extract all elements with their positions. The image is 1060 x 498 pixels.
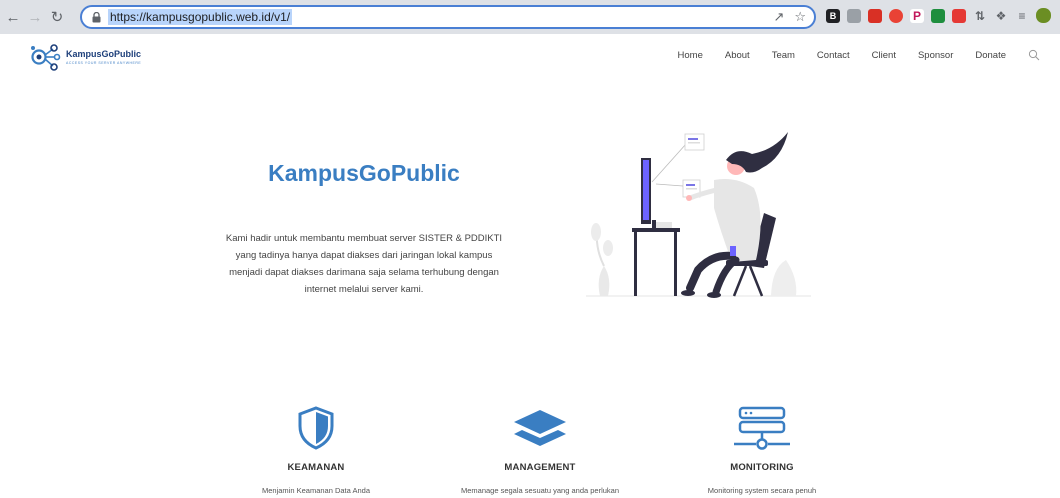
feature-title: KEAMANAN [287,462,345,473]
feature-keamanan: KEAMANAN Menjamin Keamanan Data Anda [206,402,426,495]
nav-home[interactable]: Home [678,50,703,61]
server-icon [734,406,790,450]
extension-icon[interactable] [931,8,945,23]
nav-sponsor[interactable]: Sponsor [918,50,953,61]
nav-contact[interactable]: Contact [817,50,850,61]
reload-icon[interactable]: ↻ [48,8,66,26]
extension-icon[interactable] [889,8,903,23]
extension-icon[interactable]: P [910,8,924,23]
network-logo-icon [31,44,61,71]
media-queue-icon[interactable]: ≡ [1015,9,1029,23]
profile-avatar[interactable] [1036,8,1051,23]
nav-team[interactable]: Team [772,50,795,61]
shield-icon [298,406,334,450]
hero-description: Kami hadir untuk membantu membuat server… [225,233,503,295]
address-bar[interactable]: https://kampusgopublic.web.id/v1/ ↗ ☆ [80,5,816,29]
puzzle-icon[interactable]: ❖ [994,9,1008,23]
feature-description: Monitoring system secara penuh [707,486,817,495]
bookmark-star-icon[interactable]: ☆ [794,9,806,25]
logo-tagline: ACCESS YOUR SERVER ANYWHERE [66,61,142,65]
feature-title: MANAGEMENT [504,462,576,473]
logo-name: KampusGoPublic [66,49,142,59]
nav-client[interactable]: Client [872,50,896,61]
feature-description: Memanage segala sesuatu yang anda perluk… [460,486,620,495]
main-nav: Home About Team Contact Client Sponsor D… [656,49,1040,61]
site-header: KampusGoPublic ACCESS YOUR SERVER ANYWHE… [0,34,1060,80]
nav-about[interactable]: About [725,50,750,61]
extension-icon[interactable] [952,8,966,23]
back-icon[interactable]: ← [4,8,22,26]
extension-icon[interactable]: B [826,8,840,23]
extensions-tray: B P ⇅ ❖ ≡ [826,8,1051,23]
layers-icon [514,410,566,446]
nav-donate[interactable]: Donate [975,50,1006,61]
search-icon[interactable] [1028,49,1040,61]
extension-icon[interactable] [868,8,882,23]
lock-icon[interactable] [90,11,102,23]
url-text[interactable]: https://kampusgopublic.web.id/v1/ [108,9,293,25]
hero-illustration [586,132,811,298]
extension-icon[interactable]: ⇅ [973,9,987,23]
forward-icon[interactable]: → [26,8,44,26]
feature-title: MONITORING [730,462,794,473]
feature-description: Menjamin Keamanan Data Anda [262,486,370,495]
feature-monitoring: MONITORING Monitoring system secara penu… [652,402,872,495]
feature-management: MANAGEMENT Memanage segala sesuatu yang … [430,402,650,495]
site-logo[interactable]: KampusGoPublic ACCESS YOUR SERVER ANYWHE… [28,40,141,74]
browser-toolbar: ← → ↻ https://kampusgopublic.web.id/v1/ … [0,0,1060,34]
extension-icon[interactable] [847,8,861,23]
share-icon[interactable]: ↗ [773,9,784,25]
hero-title: KampusGoPublic [268,160,460,186]
